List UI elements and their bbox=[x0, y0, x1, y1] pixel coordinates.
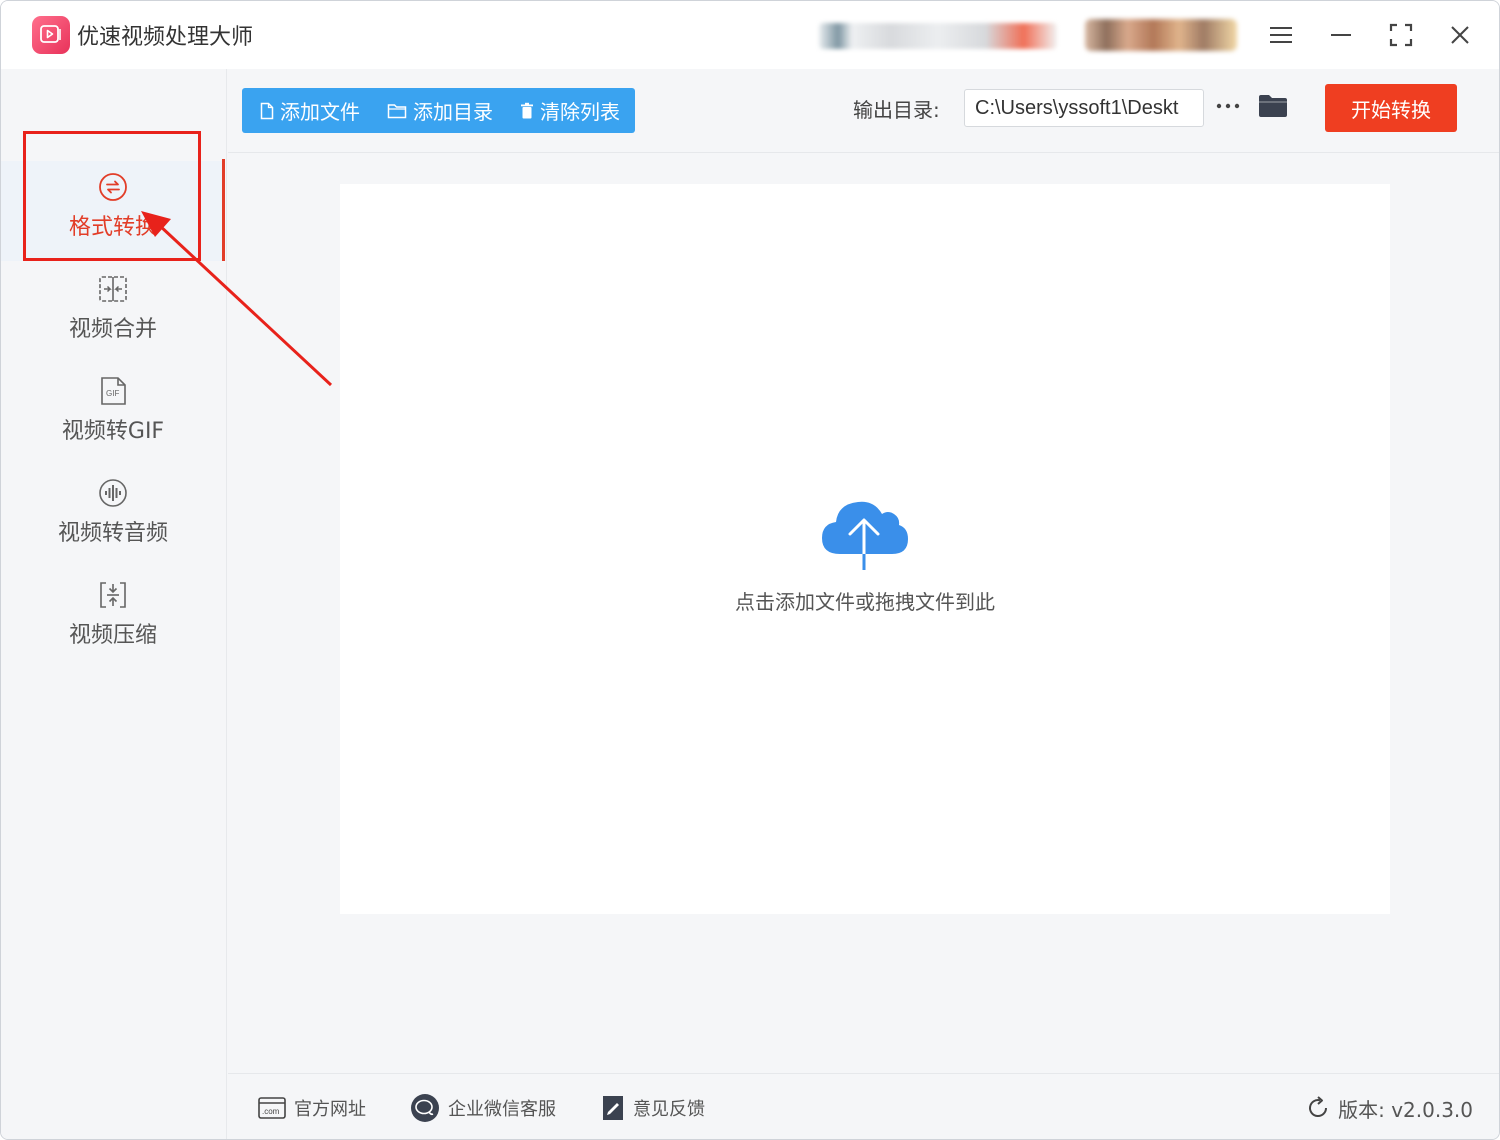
svg-text:.com: .com bbox=[262, 1107, 280, 1116]
add-file-label: 添加文件 bbox=[280, 100, 360, 124]
sidebar-item-label: 视频转GIF bbox=[61, 419, 165, 444]
feedback-link[interactable]: 意见反馈 bbox=[601, 1094, 705, 1122]
minimize-button[interactable] bbox=[1321, 15, 1361, 55]
file-button-group: 添加文件 添加目录 清除列表 bbox=[242, 88, 635, 133]
clear-list-button[interactable]: 清除列表 bbox=[520, 88, 620, 133]
add-file-button[interactable]: 添加文件 bbox=[260, 88, 360, 133]
website-label: 官方网址 bbox=[294, 1099, 366, 1120]
video-merge-icon bbox=[97, 273, 129, 305]
drop-hint-text: 点击添加文件或拖拽文件到此 bbox=[735, 590, 995, 614]
open-folder-button[interactable] bbox=[1255, 91, 1291, 121]
active-indicator bbox=[222, 159, 225, 261]
browse-more-button[interactable] bbox=[1213, 91, 1243, 121]
add-folder-label: 添加目录 bbox=[413, 100, 493, 124]
gif-icon: GIF bbox=[97, 375, 129, 407]
sidebar-item-label: 视频压缩 bbox=[68, 623, 157, 648]
sidebar-item-video-to-gif[interactable]: GIF 视频转GIF bbox=[1, 365, 225, 465]
blurred-user-info bbox=[819, 23, 1057, 49]
menu-button[interactable] bbox=[1261, 15, 1301, 55]
sidebar-item-video-to-audio[interactable]: 视频转音频 bbox=[1, 467, 225, 567]
annotation-highlight-box bbox=[23, 131, 201, 261]
svg-text:GIF: GIF bbox=[106, 389, 119, 398]
folder-icon bbox=[1259, 95, 1287, 117]
sidebar-item-label: 视频合并 bbox=[68, 317, 157, 342]
output-dir-field[interactable]: C:\Users\yssoft1\Deskt bbox=[964, 89, 1204, 127]
file-drop-zone[interactable]: 点击添加文件或拖拽文件到此 bbox=[340, 184, 1390, 914]
toolbar: 添加文件 添加目录 清除列表 输出目录: C:\Users\yssoft1\De… bbox=[228, 69, 1499, 153]
wechat-support-link[interactable]: 企业微信客服 bbox=[410, 1094, 556, 1122]
close-icon bbox=[1451, 26, 1469, 44]
close-button[interactable] bbox=[1440, 15, 1480, 55]
version-label: 版本: v2.0.3.0 bbox=[1338, 1097, 1473, 1122]
refresh-icon bbox=[1309, 1096, 1328, 1117]
app-logo-icon bbox=[32, 16, 70, 54]
menu-icon bbox=[1270, 27, 1292, 43]
feedback-icon bbox=[603, 1096, 623, 1120]
cloud-upload-icon bbox=[822, 501, 908, 570]
sidebar-item-video-merge[interactable]: 视频合并 bbox=[1, 263, 225, 363]
wechat-icon bbox=[411, 1094, 439, 1122]
maximize-icon bbox=[1389, 23, 1413, 47]
version-info[interactable]: 版本: v2.0.3.0 bbox=[1306, 1094, 1473, 1122]
feedback-label: 意见反馈 bbox=[633, 1099, 705, 1120]
sidebar-item-video-compress[interactable]: 视频压缩 bbox=[1, 569, 225, 669]
website-link[interactable]: .com 官方网址 bbox=[258, 1094, 366, 1122]
file-icon bbox=[260, 102, 274, 119]
trash-icon bbox=[521, 102, 533, 118]
audio-icon bbox=[97, 477, 129, 509]
ellipsis-icon bbox=[1216, 103, 1240, 109]
app-window: 优速视频处理大师 格式转换 视频合并 GIF 视频转GIF 视频转音频 视频压缩… bbox=[0, 0, 1500, 1140]
add-folder-button[interactable]: 添加目录 bbox=[387, 88, 493, 133]
clear-list-label: 清除列表 bbox=[540, 100, 620, 124]
blurred-avatar bbox=[1085, 19, 1237, 51]
footer: .com 官方网址 企业微信客服 意见反馈 版本: v2.0.3.0 bbox=[228, 1073, 1499, 1139]
output-dir-label: 输出目录: bbox=[853, 98, 940, 122]
wechat-label: 企业微信客服 bbox=[448, 1099, 556, 1120]
folder-outline-icon bbox=[387, 103, 407, 118]
compress-icon bbox=[97, 579, 129, 611]
app-title: 优速视频处理大师 bbox=[77, 25, 254, 50]
maximize-button[interactable] bbox=[1381, 15, 1421, 55]
minimize-icon bbox=[1331, 34, 1351, 36]
title-bar: 优速视频处理大师 bbox=[1, 1, 1499, 69]
sidebar-item-label: 视频转音频 bbox=[57, 521, 168, 546]
start-convert-button[interactable]: 开始转换 bbox=[1325, 84, 1457, 132]
website-icon: .com bbox=[258, 1097, 286, 1119]
